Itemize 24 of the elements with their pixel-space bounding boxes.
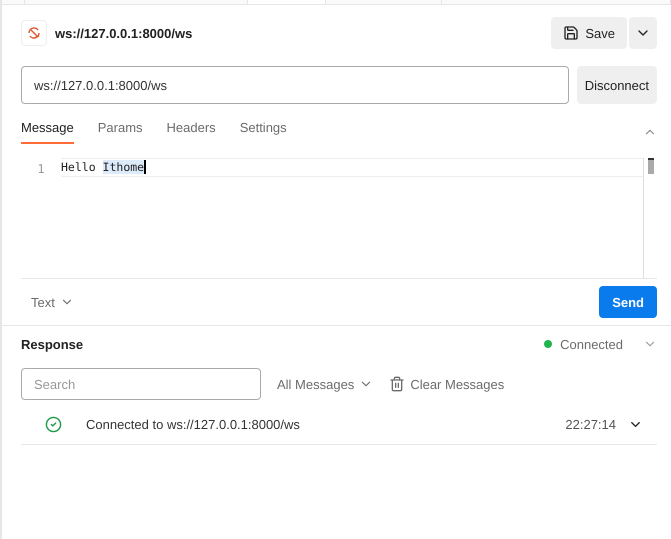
save-icon	[563, 25, 580, 41]
code-line[interactable]: Hello Ithome	[61, 158, 643, 177]
clear-messages-button[interactable]: Clear Messages	[389, 376, 504, 392]
message-filter-dropdown[interactable]: All Messages	[277, 376, 374, 392]
url-field[interactable]: ws://127.0.0.1:8000/ws	[21, 66, 569, 104]
save-options-button[interactable]	[629, 17, 657, 49]
tab[interactable]: Message	[21, 120, 74, 144]
line-number: 1	[36, 161, 46, 178]
connection-status: Connected	[560, 336, 623, 352]
save-button[interactable]: Save	[551, 17, 627, 49]
response-title: Response	[21, 336, 84, 352]
send-button[interactable]: Send	[599, 286, 657, 318]
tab[interactable]: Params	[98, 120, 143, 144]
tab[interactable]: Settings	[240, 120, 287, 144]
tab[interactable]: Headers	[166, 120, 216, 144]
request-title: ws://127.0.0.1:8000/ws	[55, 26, 194, 40]
disconnect-button[interactable]: Disconnect	[576, 66, 657, 104]
scrollbar-thumb[interactable]	[648, 158, 654, 174]
search-field[interactable]: Search	[21, 368, 261, 400]
trash-icon	[389, 376, 406, 392]
message-time: 22:27:14	[565, 416, 616, 432]
check-circle-icon	[45, 416, 62, 432]
message-text: Connected to ws://127.0.0.1:8000/ws	[86, 416, 301, 432]
format-dropdown[interactable]: Text	[31, 294, 74, 310]
